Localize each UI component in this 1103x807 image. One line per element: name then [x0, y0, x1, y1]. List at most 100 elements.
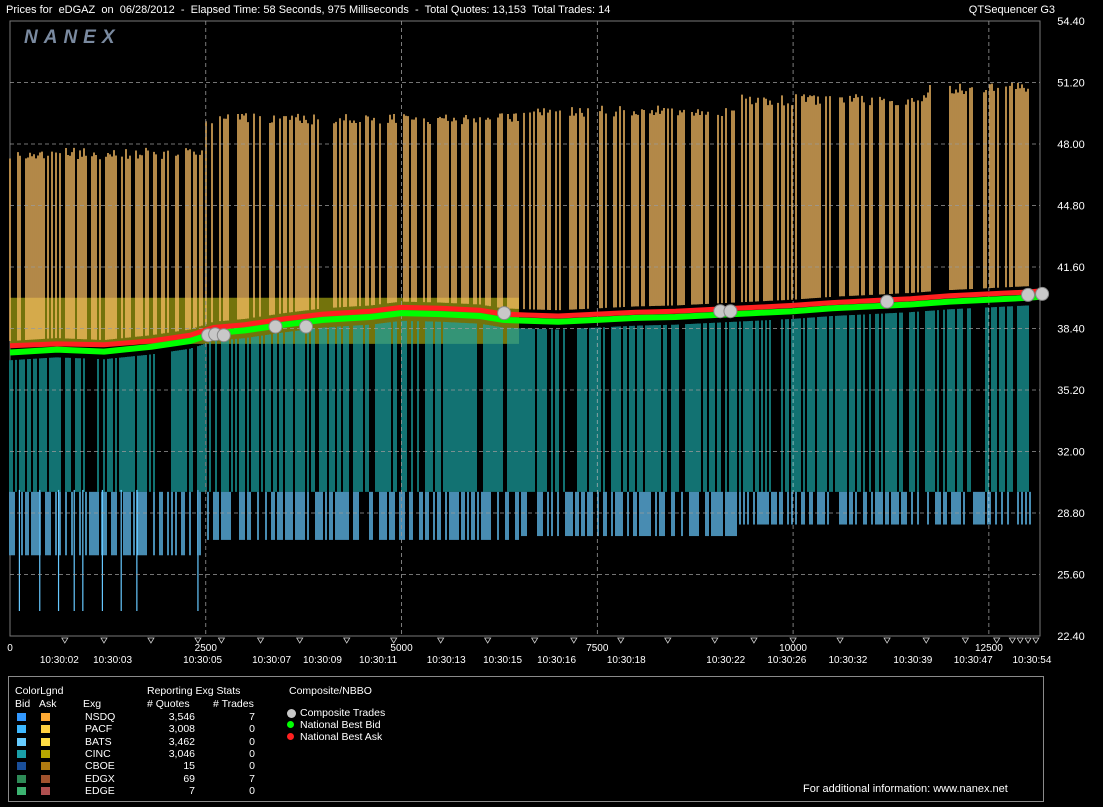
ask-swatch: [41, 737, 50, 746]
trade-count: 7: [249, 711, 255, 723]
exchange-name: EDGX: [85, 772, 115, 785]
exchange-name: CINC: [85, 747, 111, 760]
x-time-label: 10:30:32: [828, 655, 867, 666]
x-time-label: 10:30:03: [93, 655, 132, 666]
trade-tick-marker: [750, 637, 758, 644]
trade-tick-marker: [100, 637, 108, 644]
quotes-header: # Quotes: [147, 698, 190, 710]
quote-count: 7: [189, 784, 195, 797]
x-time-label: 10:30:13: [427, 655, 466, 666]
trade-tick-marker: [570, 637, 578, 644]
x-time-label: 10:30:02: [40, 655, 79, 666]
exchange-name: EDGE: [85, 784, 115, 797]
x-count-label: 7500: [586, 643, 609, 654]
quote-count: 3,008: [168, 723, 195, 736]
trade-point: [1021, 287, 1036, 302]
bid-swatch: [17, 762, 26, 771]
legend-panel: ColorLgnd Bid Ask Exg Reporting Exg Stats # Q…: [8, 676, 1044, 802]
trade-count: 0: [249, 784, 255, 797]
trade-tick-marker: [436, 637, 445, 644]
composite-label: National Best Ask: [300, 731, 383, 743]
trade-count: 0: [249, 735, 255, 748]
legend-title: ColorLgnd: [15, 685, 64, 697]
bid-swatch: [17, 713, 26, 721]
composite-label: Composite Trades: [300, 707, 386, 719]
trade-tick-marker: [530, 637, 539, 644]
x-count-label: 0: [7, 643, 13, 654]
y-tick-label: 28.80: [1057, 508, 1085, 520]
exchange-name: BATS: [85, 735, 112, 748]
exg-header: Exg: [83, 698, 102, 710]
x-time-label: 10:30:18: [607, 655, 646, 666]
y-tick-label: 35.20: [1057, 385, 1085, 397]
trade-tick-marker: [836, 637, 844, 644]
x-count-label: 10000: [779, 643, 807, 654]
y-tick-label: 32.00: [1057, 447, 1085, 459]
trade-tick-marker: [217, 637, 226, 644]
trade-tick-marker: [711, 637, 719, 644]
trade-point: [1035, 286, 1050, 301]
quote-count: 69: [183, 772, 195, 785]
ask-swatch: [41, 774, 50, 783]
x-time-label: 10:30:09: [303, 655, 342, 666]
bid-swatch: [17, 786, 26, 795]
nanex-logo: NANEX: [24, 27, 121, 48]
exchange-name: PACF: [85, 723, 113, 736]
y-tick-label: 51.20: [1057, 78, 1085, 90]
trade-tick-marker: [1016, 637, 1024, 644]
trade-point: [723, 304, 738, 319]
bid-swatch: [17, 774, 26, 783]
quote-count: 3,046: [168, 747, 195, 760]
trade-tick-marker: [617, 637, 625, 644]
quote-count: 3,462: [168, 735, 195, 748]
y-tick-label: 44.80: [1057, 201, 1085, 213]
bid-header: Bid: [15, 698, 31, 710]
y-tick-label: 54.40: [1057, 16, 1085, 28]
x-time-label: 10:30:54: [1012, 655, 1051, 666]
bid-swatch: [17, 737, 26, 746]
trade-tick-marker: [1032, 637, 1040, 644]
ask-swatch: [41, 749, 50, 758]
x-time-label: 10:30:07: [252, 655, 291, 666]
composite-label: National Best Bid: [300, 719, 381, 731]
composite-marker: [287, 733, 294, 740]
x-count-label: 12500: [975, 643, 1003, 654]
trade-tick-marker: [483, 637, 492, 644]
ask-swatch: [41, 762, 50, 771]
ask-header: Ask: [39, 698, 57, 710]
ask-swatch: [41, 713, 50, 721]
x-count-label: 2500: [195, 643, 218, 654]
bid-swatch: [17, 725, 26, 734]
trade-tick-marker: [147, 637, 155, 644]
trade-point: [880, 294, 895, 309]
ask-swatch: [41, 725, 50, 734]
y-tick-label: 41.60: [1057, 262, 1085, 274]
trade-tick-marker: [1008, 637, 1017, 644]
ask-swatch: [41, 786, 50, 795]
stats-title: Reporting Exg Stats: [147, 685, 241, 697]
trade-tick-marker: [883, 637, 891, 644]
trade-count: 0: [249, 747, 255, 760]
trade-point: [268, 319, 283, 334]
quote-count: 3,546: [168, 711, 195, 723]
x-time-label: 10:30:05: [183, 655, 222, 666]
trade-point: [299, 319, 314, 334]
trade-point: [216, 328, 231, 343]
exchange-name: CBOE: [85, 760, 115, 773]
quote-count: 15: [183, 760, 195, 773]
trade-count: 0: [249, 760, 255, 773]
exchange-name: NSDQ: [85, 711, 116, 723]
composite-title: Composite/NBBO: [289, 685, 372, 697]
x-time-label: 10:30:16: [537, 655, 576, 666]
footer-link: For additional information: www.nanex.ne…: [803, 783, 1008, 795]
trade-point: [497, 306, 512, 321]
composite-marker: [287, 721, 294, 728]
x-time-label: 10:30:26: [767, 655, 806, 666]
y-tick-label: 22.40: [1057, 631, 1085, 643]
trade-tick-marker: [61, 637, 69, 644]
trade-tick-marker: [1024, 637, 1032, 644]
trade-tick-marker: [664, 637, 672, 644]
trade-tick-marker: [922, 637, 930, 644]
y-tick-label: 48.00: [1057, 139, 1085, 151]
x-time-label: 10:30:15: [483, 655, 522, 666]
